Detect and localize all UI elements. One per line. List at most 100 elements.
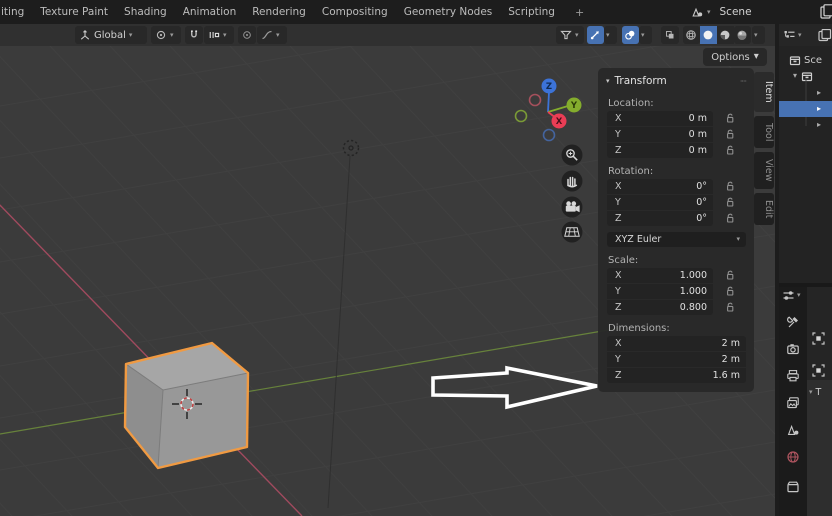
shading-rendered-button[interactable] — [734, 26, 751, 44]
object-visibility-dropdown[interactable]: ▾ — [556, 26, 584, 44]
lock-icon[interactable] — [725, 302, 736, 313]
outliner-object-row-cube-selected[interactable]: ▸ — [779, 101, 832, 117]
lock-icon[interactable] — [725, 270, 736, 281]
scene-dropdown-arrow[interactable]: ▾ — [707, 9, 711, 16]
workspace-tab-editing[interactable]: iting — [1, 6, 24, 18]
snap-increment-icon — [208, 29, 220, 41]
tool-properties-tab[interactable] — [786, 315, 800, 329]
tab-item[interactable]: Item — [754, 72, 774, 112]
rotation-mode-dropdown[interactable]: XYZ Euler ▾ — [607, 232, 746, 247]
pivot-point-dropdown[interactable]: ▾ — [151, 26, 181, 44]
camera-view-button[interactable] — [562, 197, 583, 218]
properties-editor-type-button[interactable]: ▾ — [782, 289, 801, 302]
scale-x-field[interactable]: X1.000 — [607, 268, 713, 283]
workspace-tab-rendering[interactable]: Rendering — [252, 6, 306, 18]
options-button[interactable]: Options ▾ — [703, 48, 767, 66]
workspace-tab-shading[interactable]: Shading — [124, 6, 167, 18]
outliner-scene-collection-row[interactable]: Sce — [779, 52, 832, 68]
outliner-object-row-light[interactable]: ▸ — [779, 117, 832, 133]
snap-toggle[interactable] — [185, 26, 203, 44]
new-scene-icon[interactable] — [820, 4, 832, 20]
location-x-field[interactable]: X0 m — [607, 111, 713, 126]
workspace-tab-texture-paint[interactable]: Texture Paint — [40, 6, 108, 18]
scene-properties-tab[interactable] — [786, 423, 800, 437]
gizmo-neg-z-ball[interactable] — [544, 130, 555, 141]
lock-icon[interactable] — [725, 181, 736, 192]
outliner-mode-arrow[interactable]: ▾ — [798, 32, 802, 39]
expand-triangle-icon[interactable]: ▸ — [817, 105, 821, 113]
pan-tool-button[interactable] — [562, 171, 583, 192]
location-z-field[interactable]: Z0 m — [607, 143, 713, 158]
show-gizmo-toggle[interactable] — [587, 26, 604, 44]
rotation-x-field[interactable]: X0° — [607, 179, 713, 194]
field-value: 1.000 — [680, 270, 707, 281]
properties-transform-panel-header[interactable]: ▾ T — [809, 387, 821, 398]
tab-view[interactable]: View — [754, 152, 774, 189]
location-y-field[interactable]: Y0 m — [607, 127, 713, 142]
rotation-z-field[interactable]: Z0° — [607, 211, 713, 226]
proportional-edit-toggle[interactable] — [238, 26, 256, 44]
light-object[interactable] — [344, 141, 359, 156]
tab-tool[interactable]: Tool — [754, 116, 774, 148]
shading-material-button[interactable] — [717, 26, 734, 44]
output-properties-tab[interactable] — [786, 369, 800, 383]
viewport-header: Global ▾ ▾ ▾ — [0, 24, 775, 46]
orthographic-grid-button[interactable] — [562, 222, 583, 243]
workspace-tab-compositing[interactable]: Compositing — [322, 6, 388, 18]
dimensions-x-field[interactable]: X2 m — [607, 336, 746, 351]
gizmo-neg-x-ball[interactable] — [530, 95, 541, 106]
lock-icon[interactable] — [725, 113, 736, 124]
transform-panel-header[interactable]: ▾ Transform ···· — [598, 72, 754, 90]
world-properties-tab[interactable] — [786, 450, 800, 464]
outliner-filter-icon[interactable] — [818, 29, 832, 42]
dimensions-y-field[interactable]: Y2 m — [607, 352, 746, 367]
gizmo-x-label: X — [556, 117, 563, 127]
navigation-gizmo[interactable]: Z Y X — [516, 79, 582, 141]
tab-edit[interactable]: Edit — [754, 193, 774, 225]
gizmo-dropdown[interactable]: ▾ — [604, 26, 617, 44]
object-data-selector-icon[interactable] — [811, 363, 826, 378]
expand-triangle-icon[interactable]: ▸ — [817, 121, 821, 129]
shading-solid-button[interactable] — [700, 26, 717, 44]
add-workspace-button[interactable]: + — [575, 6, 584, 19]
collection-properties-tab[interactable] — [786, 480, 800, 494]
dimensions-z-field[interactable]: Z1.6 m — [607, 368, 746, 383]
expand-triangle-icon[interactable]: ▸ — [817, 89, 821, 97]
outliner-object-row-camera[interactable]: ▸ — [779, 85, 832, 101]
rotation-y-field[interactable]: Y0° — [607, 195, 713, 210]
scale-z-field[interactable]: Z0.800 — [607, 300, 713, 315]
panel-drag-dots[interactable]: ···· — [740, 77, 746, 86]
lock-icon[interactable] — [725, 129, 736, 140]
collapse-triangle-icon[interactable]: ▾ — [793, 72, 797, 80]
lock-icon[interactable] — [725, 197, 736, 208]
shading-wireframe-button[interactable] — [683, 26, 700, 44]
field-value: 0° — [696, 213, 707, 224]
overlays-dropdown[interactable]: ▾ — [639, 26, 652, 44]
cube-object[interactable] — [125, 343, 248, 468]
object-selector-icon[interactable] — [811, 331, 826, 346]
render-properties-tab[interactable] — [786, 342, 800, 356]
gizmo-neg-y-ball[interactable] — [516, 111, 527, 122]
outliner-editor-icon[interactable] — [783, 29, 796, 42]
orientation-arrow: ▾ — [129, 32, 133, 39]
shading-dropdown[interactable]: ▾ — [752, 26, 765, 44]
field-value: 0 m — [689, 113, 707, 124]
falloff-dropdown[interactable]: ▾ — [257, 26, 287, 44]
transform-header-partial-text: T — [816, 387, 822, 398]
transform-orientation-dropdown[interactable]: Global ▾ — [75, 26, 147, 44]
workspace-tab-animation[interactable]: Animation — [183, 6, 237, 18]
lock-icon[interactable] — [725, 286, 736, 297]
workspace-tab-scripting[interactable]: Scripting — [508, 6, 555, 18]
scene-name-field[interactable]: Scene — [720, 6, 752, 18]
lock-icon[interactable] — [725, 213, 736, 224]
zoom-tool-button[interactable] — [562, 145, 583, 166]
view-layer-properties-tab[interactable] — [786, 396, 800, 410]
xray-toggle[interactable] — [661, 26, 679, 44]
scale-y-field[interactable]: Y1.000 — [607, 284, 713, 299]
workspace-tab-geometry-nodes[interactable]: Geometry Nodes — [404, 6, 493, 18]
field-value: 2 m — [722, 338, 740, 349]
lock-icon[interactable] — [725, 145, 736, 156]
scene-icon[interactable] — [690, 5, 704, 19]
show-overlays-toggle[interactable] — [622, 26, 639, 44]
snap-with-dropdown[interactable]: ▾ — [204, 26, 234, 44]
